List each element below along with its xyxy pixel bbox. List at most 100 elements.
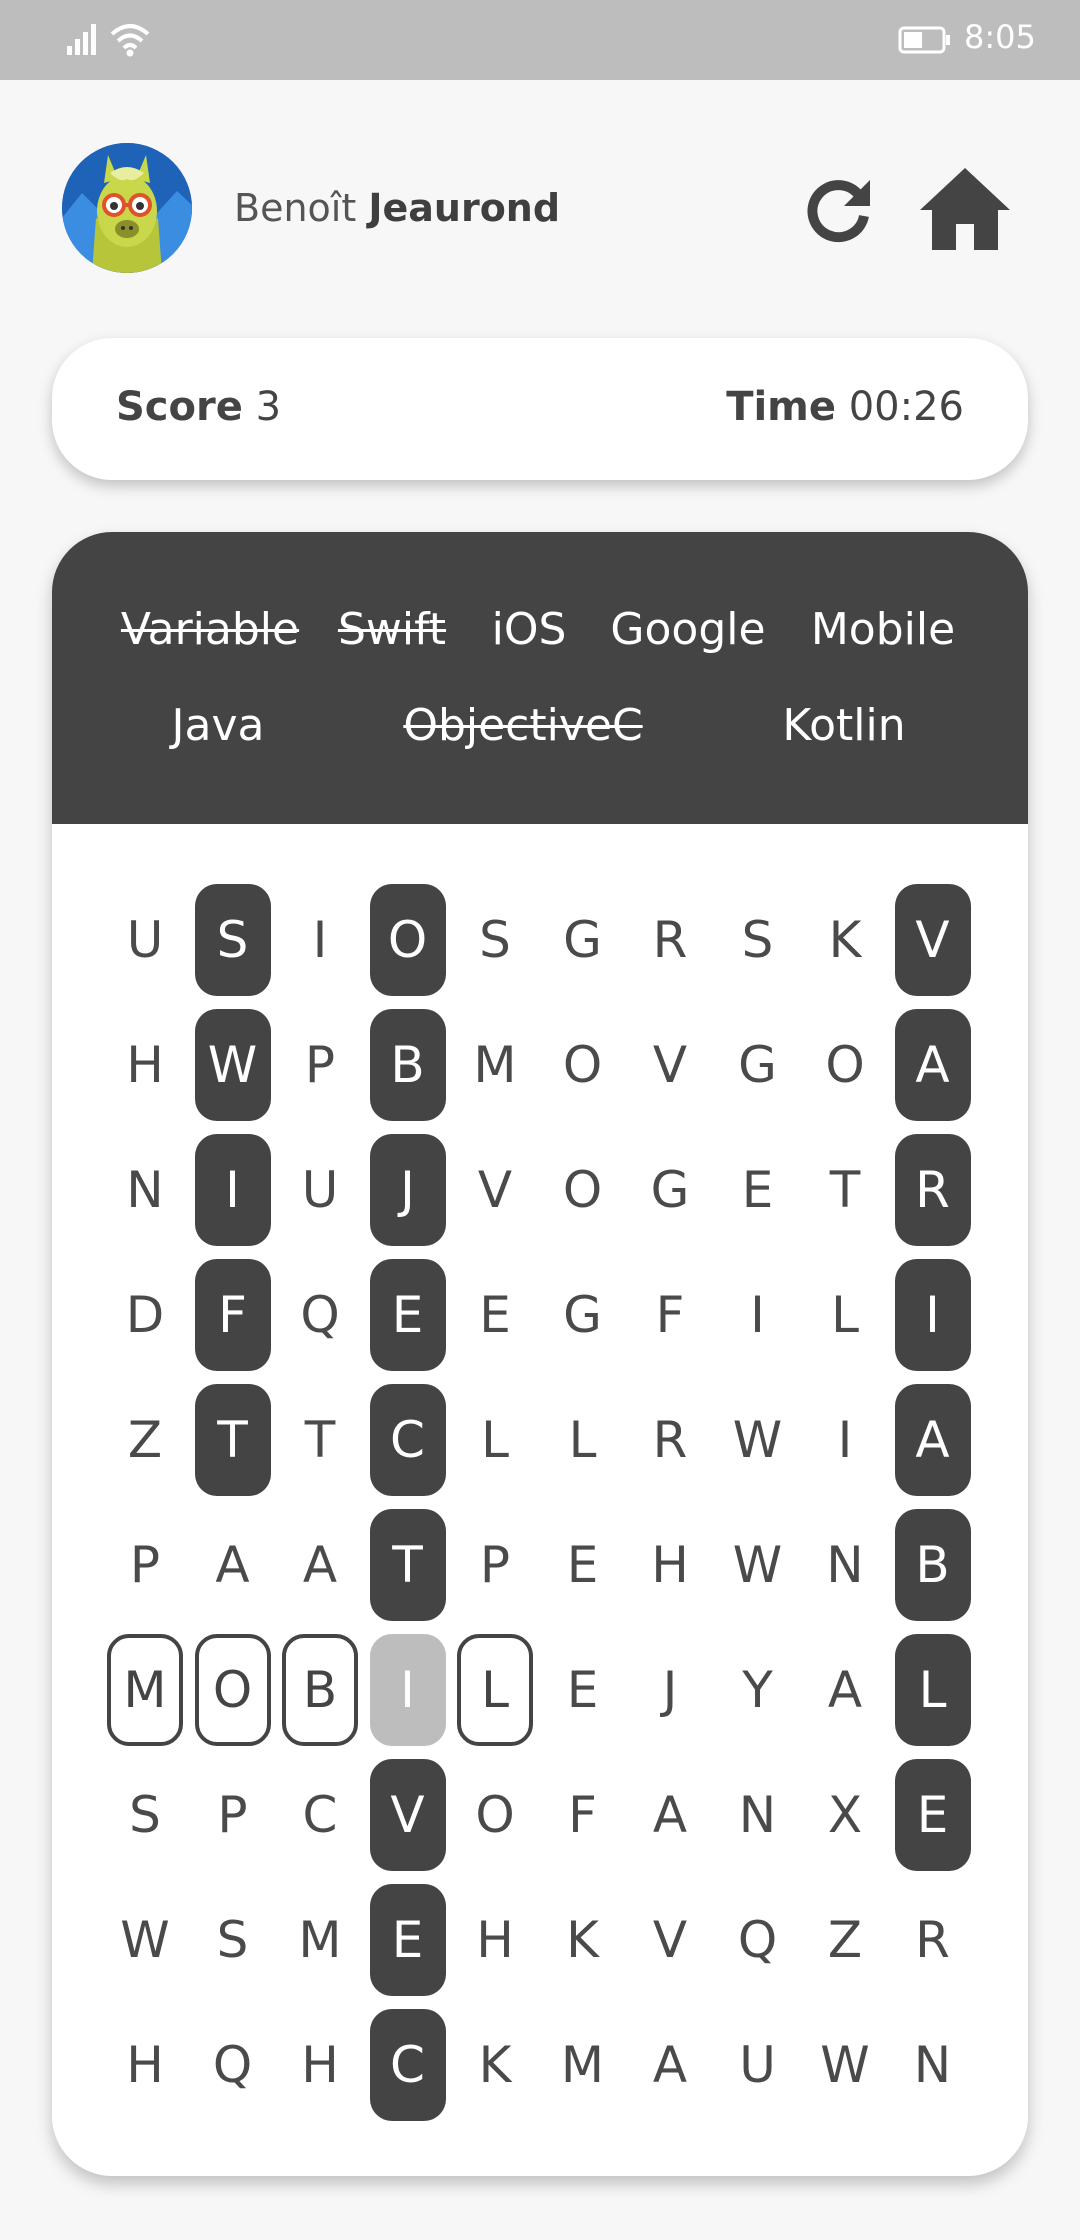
grid-cell[interactable]: T (807, 1134, 883, 1246)
grid-cell[interactable]: C (369, 2009, 446, 2121)
grid-cell[interactable]: W (107, 1884, 183, 1996)
grid-cell[interactable]: V (894, 884, 971, 996)
grid-cell[interactable]: C (369, 1384, 446, 1496)
grid-cell[interactable]: I (807, 1384, 883, 1496)
grid-cell[interactable]: R (632, 1384, 708, 1496)
grid-cell[interactable]: C (282, 1759, 358, 1871)
grid-cell[interactable]: E (369, 1884, 446, 1996)
grid-cell[interactable]: V (457, 1134, 533, 1246)
grid-cell[interactable]: O (807, 1009, 883, 1121)
grid-cell[interactable]: A (632, 1759, 708, 1871)
grid-cell[interactable]: R (895, 1884, 971, 1996)
grid-cell[interactable]: K (457, 2009, 533, 2121)
grid-cell[interactable]: S (107, 1759, 183, 1871)
grid-cell[interactable]: N (720, 1759, 796, 1871)
grid-cell[interactable]: X (807, 1759, 883, 1871)
grid-cell[interactable]: P (107, 1509, 183, 1621)
grid-cell[interactable]: R (632, 884, 708, 996)
grid-cell[interactable]: G (632, 1134, 708, 1246)
grid-cell[interactable]: R (894, 1134, 971, 1246)
grid-cell[interactable]: M (457, 1009, 533, 1121)
grid-cell[interactable]: M (545, 2009, 621, 2121)
avatar[interactable] (62, 143, 192, 273)
grid-cell[interactable]: H (632, 1509, 708, 1621)
grid-cell[interactable]: B (894, 1509, 971, 1621)
home-button[interactable] (918, 164, 1012, 252)
grid-cell[interactable]: O (194, 1634, 271, 1746)
grid-cell[interactable]: E (457, 1259, 533, 1371)
grid-cell[interactable]: I (282, 884, 358, 996)
grid-cell[interactable]: J (632, 1634, 708, 1746)
grid-cell[interactable]: B (282, 1634, 358, 1746)
grid-cell[interactable]: E (545, 1634, 621, 1746)
grid-cell[interactable]: A (632, 2009, 708, 2121)
grid-cell[interactable]: F (194, 1259, 271, 1371)
grid-cell[interactable]: L (894, 1634, 971, 1746)
grid-cell[interactable]: Q (282, 1259, 358, 1371)
grid-cell[interactable]: A (195, 1509, 271, 1621)
grid-cell[interactable]: I (894, 1259, 971, 1371)
grid-cell[interactable]: H (457, 1884, 533, 1996)
grid-cell[interactable]: U (720, 2009, 796, 2121)
grid-cell[interactable]: F (632, 1259, 708, 1371)
grid-cell[interactable]: I (720, 1259, 796, 1371)
grid-cell[interactable]: O (369, 884, 446, 996)
grid-cell[interactable]: W (194, 1009, 271, 1121)
grid-cell[interactable]: M (107, 1634, 183, 1746)
grid-cell[interactable]: Q (720, 1884, 796, 1996)
grid-cell[interactable]: O (457, 1759, 533, 1871)
grid-cell[interactable]: G (545, 1259, 621, 1371)
grid-cell[interactable]: E (894, 1759, 971, 1871)
grid-cell[interactable]: W (720, 1384, 796, 1496)
grid-cell[interactable]: P (457, 1509, 533, 1621)
grid-cell[interactable]: P (195, 1759, 271, 1871)
grid-cell[interactable]: A (894, 1009, 971, 1121)
grid-cell[interactable]: S (195, 1884, 271, 1996)
grid-cell[interactable]: W (807, 2009, 883, 2121)
grid-cell[interactable]: G (545, 884, 621, 996)
grid-cell[interactable]: K (545, 1884, 621, 1996)
grid-cell[interactable]: Z (107, 1384, 183, 1496)
grid-cell[interactable]: U (282, 1134, 358, 1246)
grid-cell[interactable]: S (720, 884, 796, 996)
refresh-button[interactable] (800, 172, 876, 248)
grid-cell[interactable]: I (369, 1634, 446, 1746)
grid-cell[interactable]: T (369, 1509, 446, 1621)
grid-cell[interactable]: T (194, 1384, 271, 1496)
grid-cell[interactable]: H (107, 2009, 183, 2121)
grid-cell[interactable]: S (194, 884, 271, 996)
grid-cell[interactable]: H (282, 2009, 358, 2121)
grid-cell[interactable]: A (894, 1384, 971, 1496)
grid-cell[interactable]: L (545, 1384, 621, 1496)
grid-cell[interactable]: N (107, 1134, 183, 1246)
grid-cell[interactable]: Q (195, 2009, 271, 2121)
grid-cell[interactable]: H (107, 1009, 183, 1121)
grid-cell[interactable]: L (457, 1634, 533, 1746)
grid-cell[interactable]: P (282, 1009, 358, 1121)
grid-cell[interactable]: U (107, 884, 183, 996)
grid-cell[interactable]: L (457, 1384, 533, 1496)
grid-cell[interactable]: Y (720, 1634, 796, 1746)
grid-cell[interactable]: E (720, 1134, 796, 1246)
grid-cell[interactable]: E (545, 1509, 621, 1621)
grid-cell[interactable]: K (807, 884, 883, 996)
grid-cell[interactable]: B (369, 1009, 446, 1121)
grid-cell[interactable]: V (632, 1884, 708, 1996)
grid-cell[interactable]: J (369, 1134, 446, 1246)
grid-cell[interactable]: W (720, 1509, 796, 1621)
grid-cell[interactable]: Z (807, 1884, 883, 1996)
grid-cell[interactable]: F (545, 1759, 621, 1871)
grid-cell[interactable]: L (807, 1259, 883, 1371)
grid-cell[interactable]: A (807, 1634, 883, 1746)
grid-cell[interactable]: S (457, 884, 533, 996)
grid-cell[interactable]: T (282, 1384, 358, 1496)
grid-cell[interactable]: N (807, 1509, 883, 1621)
grid-cell[interactable]: V (632, 1009, 708, 1121)
grid-cell[interactable]: O (545, 1009, 621, 1121)
grid-cell[interactable]: I (194, 1134, 271, 1246)
grid-cell[interactable]: G (720, 1009, 796, 1121)
grid-cell[interactable]: V (369, 1759, 446, 1871)
grid-cell[interactable]: N (895, 2009, 971, 2121)
grid-cell[interactable]: A (282, 1509, 358, 1621)
grid-cell[interactable]: O (545, 1134, 621, 1246)
